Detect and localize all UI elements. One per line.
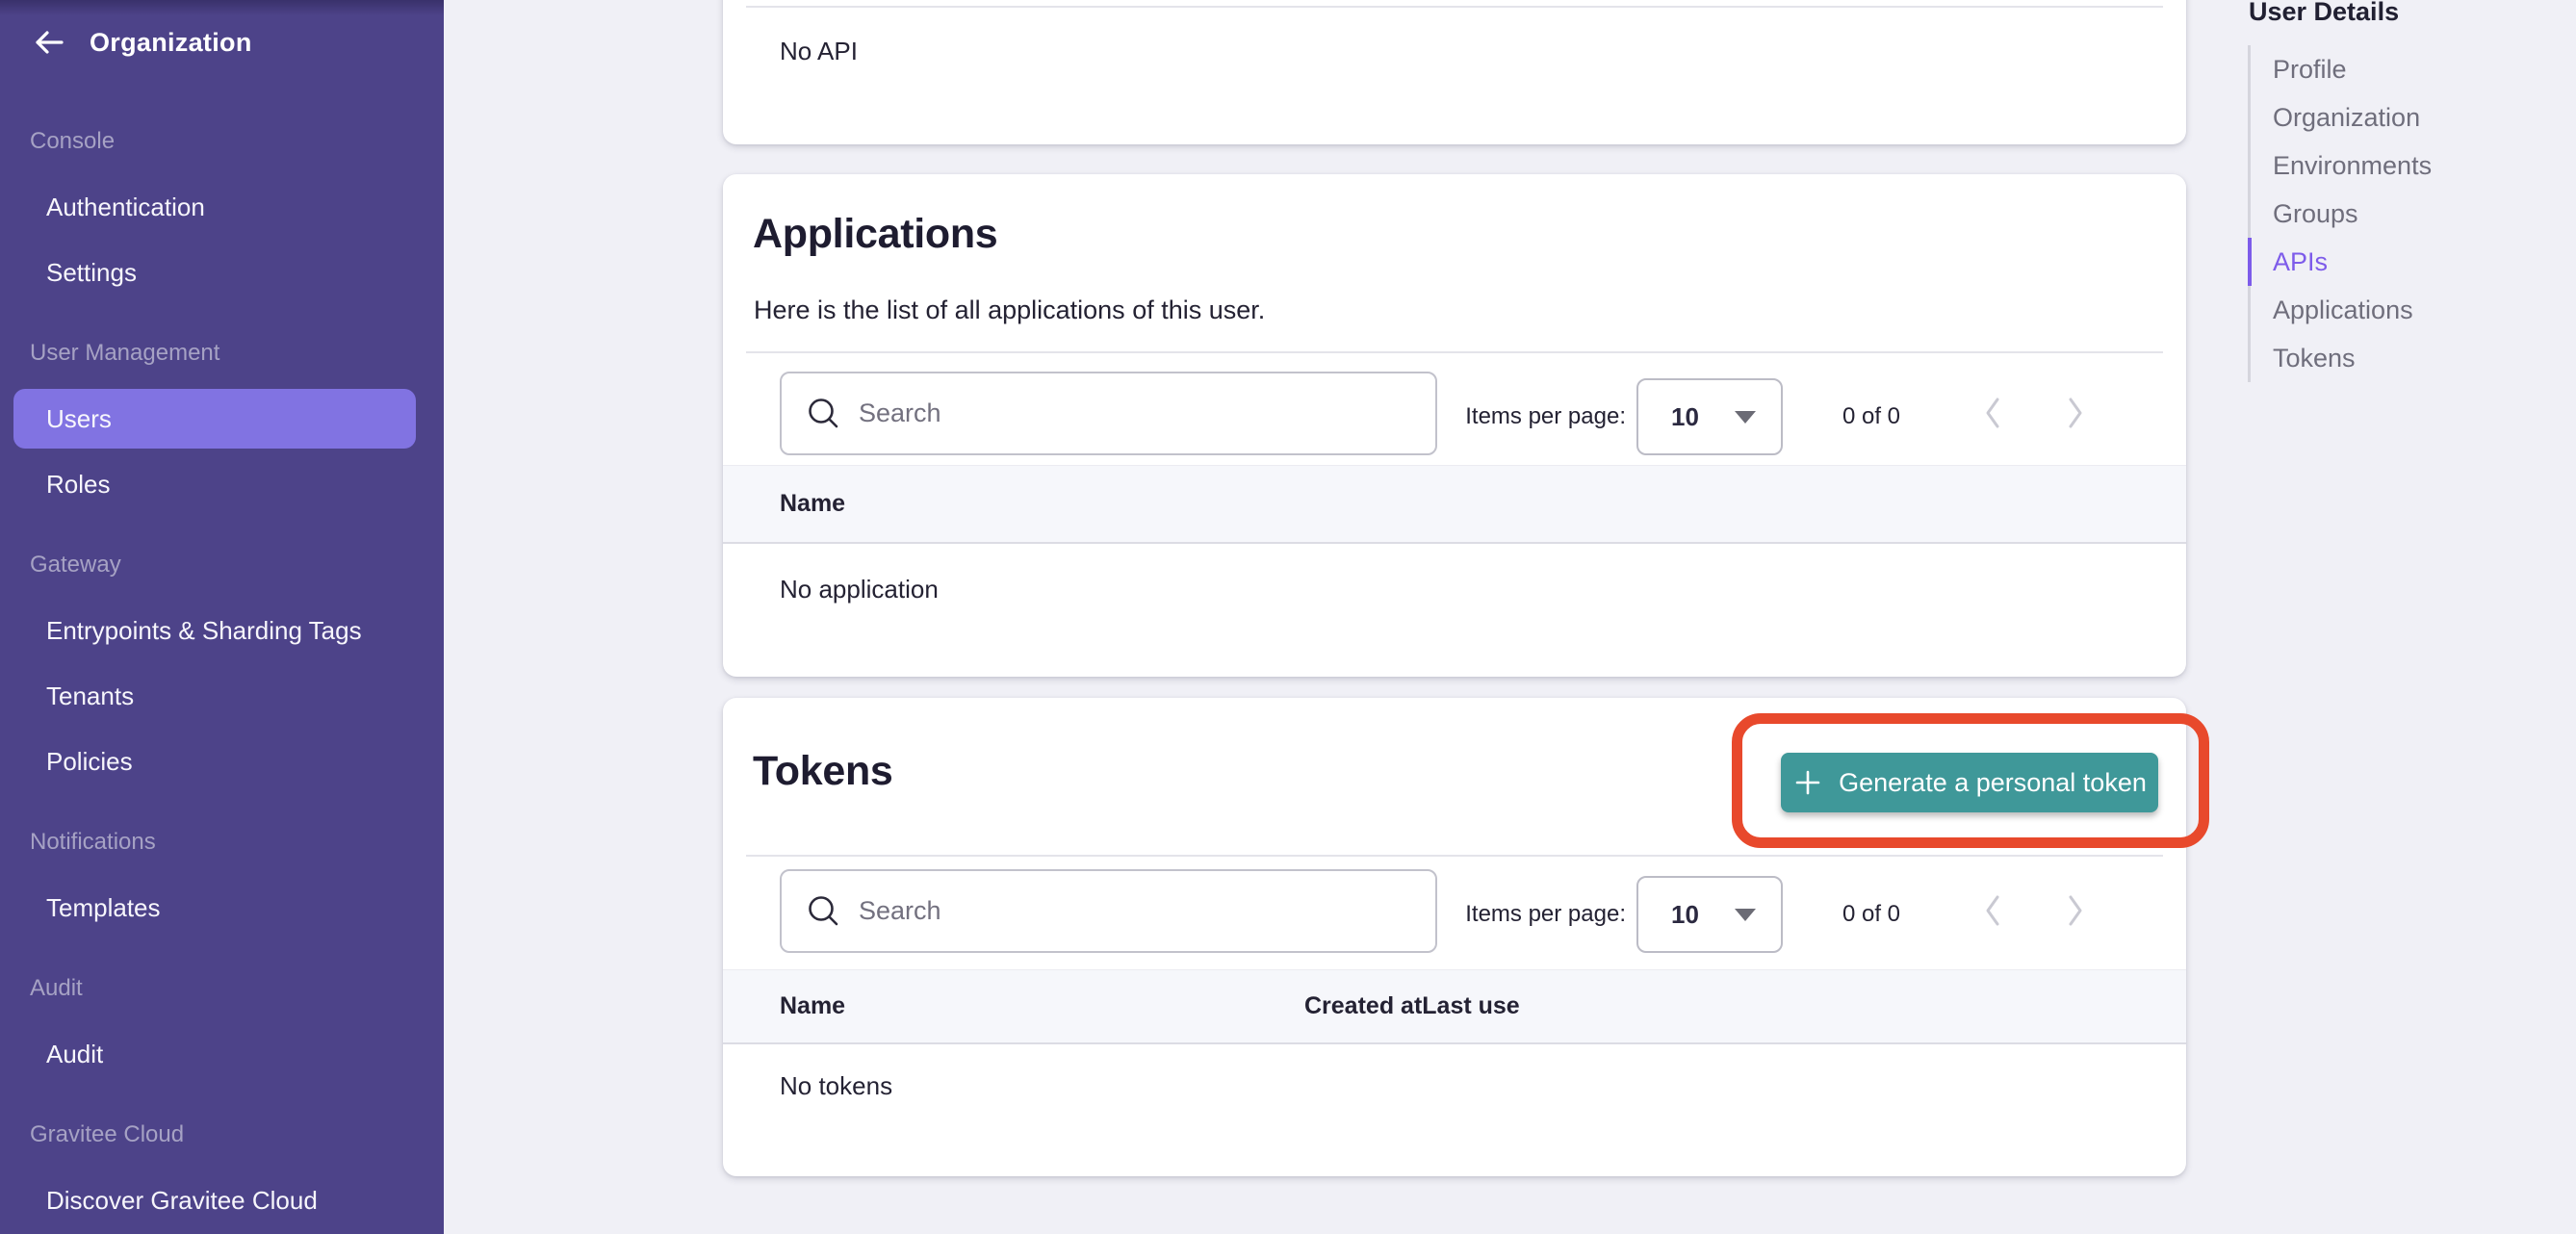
tokens-card-title: Tokens bbox=[753, 747, 893, 795]
generate-personal-token-button[interactable]: Generate a personal token bbox=[1781, 753, 2158, 812]
applications-search-input[interactable] bbox=[859, 398, 1378, 428]
user-details-nav-item[interactable]: Organization bbox=[2248, 93, 2565, 141]
table-column-header: Created at bbox=[1304, 992, 1422, 1020]
sidebar-item[interactable]: Templates bbox=[0, 875, 416, 940]
tokens-table-header: NameCreated atLast use bbox=[723, 969, 2186, 1044]
user-details-nav-item[interactable]: Applications bbox=[2248, 286, 2565, 334]
applications-card-title: Applications bbox=[753, 210, 997, 258]
user-details-nav-item[interactable]: APIs bbox=[2248, 238, 2565, 286]
generate-token-button-label: Generate a personal token bbox=[1839, 768, 2147, 798]
table-row-divider bbox=[746, 6, 2163, 8]
card-divider bbox=[746, 351, 2163, 353]
sidebar-section-title: Notifications bbox=[30, 828, 156, 857]
sidebar-item[interactable]: Roles bbox=[0, 451, 416, 517]
search-icon bbox=[805, 395, 843, 433]
tokens-search-input[interactable] bbox=[859, 896, 1378, 926]
tokens-card: Tokens Generate a personal token Items p… bbox=[723, 698, 2186, 1176]
pagination-prev-button[interactable] bbox=[1973, 394, 2012, 432]
sidebar-item[interactable]: Users bbox=[0, 386, 416, 451]
table-column-header: Name bbox=[780, 490, 845, 518]
user-details-title: User Details bbox=[2249, 0, 2399, 27]
search-icon bbox=[805, 892, 843, 931]
chevron-right-icon bbox=[2065, 893, 2086, 928]
table-column-header: Last use bbox=[1422, 992, 1519, 1020]
items-per-page-label: Items per page: bbox=[1337, 900, 1626, 929]
user-details-nav-item[interactable]: Profile bbox=[2248, 45, 2565, 93]
sidebar-section-title: Gravitee Cloud bbox=[30, 1120, 184, 1149]
items-per-page-value: 10 bbox=[1671, 900, 1699, 930]
apis-empty-state: No API bbox=[780, 35, 858, 67]
pagination-range-label: 0 of 0 bbox=[1809, 402, 1934, 431]
chevron-left-icon bbox=[1982, 396, 2003, 430]
pagination-next-button[interactable] bbox=[2056, 891, 2095, 930]
items-per-page-value: 10 bbox=[1671, 402, 1699, 432]
table-column-header: Name bbox=[780, 992, 1304, 1020]
applications-card: Applications Here is the list of all app… bbox=[723, 174, 2186, 677]
applications-card-description: Here is the list of all applications of … bbox=[754, 295, 1265, 325]
user-details-nav-item[interactable]: Environments bbox=[2248, 141, 2565, 190]
apis-card: No API bbox=[723, 0, 2186, 144]
chevron-right-icon bbox=[2065, 396, 2086, 430]
user-details-nav-item[interactable]: Groups bbox=[2248, 190, 2565, 238]
plus-icon bbox=[1792, 767, 1823, 798]
tokens-empty-state: No tokens bbox=[780, 1069, 892, 1102]
sidebar-item[interactable]: Entrypoints & Sharding Tags bbox=[0, 598, 416, 663]
sidebar-item[interactable]: Discover Gravitee Cloud bbox=[0, 1168, 416, 1233]
main-content: No API Applications Here is the list of … bbox=[723, 0, 2186, 1234]
organization-sidebar: Organization Console Authentication Sett… bbox=[0, 0, 444, 1234]
sidebar-section-title: Audit bbox=[30, 974, 83, 1003]
pagination-range-label: 0 of 0 bbox=[1809, 900, 1934, 929]
user-details-nav-list: Profile Organization Environments Groups… bbox=[2248, 45, 2565, 382]
items-per-page-select[interactable]: 10 bbox=[1636, 378, 1783, 455]
sidebar-item[interactable]: Settings bbox=[0, 240, 416, 305]
pagination-prev-button[interactable] bbox=[1973, 891, 2012, 930]
sidebar-item[interactable]: Tenants bbox=[0, 663, 416, 729]
sidebar-nav: Console Authentication Settings User Man… bbox=[0, 0, 444, 1234]
pagination-next-button[interactable] bbox=[2056, 394, 2095, 432]
card-divider bbox=[746, 855, 2163, 857]
sidebar-section-title: Gateway bbox=[30, 551, 121, 579]
dropdown-arrow-icon bbox=[1735, 411, 1756, 424]
sidebar-item[interactable]: Authentication bbox=[0, 174, 416, 240]
sidebar-item[interactable]: Audit bbox=[0, 1021, 416, 1087]
applications-table-header: Name bbox=[723, 465, 2186, 544]
user-details-nav-item[interactable]: Tokens bbox=[2248, 334, 2565, 382]
chevron-left-icon bbox=[1982, 893, 2003, 928]
sidebar-section-title: Console bbox=[30, 127, 115, 156]
items-per-page-label: Items per page: bbox=[1337, 402, 1626, 431]
sidebar-item[interactable]: Policies bbox=[0, 729, 416, 794]
dropdown-arrow-icon bbox=[1735, 909, 1756, 921]
items-per-page-select[interactable]: 10 bbox=[1636, 876, 1783, 953]
sidebar-section-title: User Management bbox=[30, 339, 219, 368]
applications-empty-state: No application bbox=[780, 573, 939, 605]
